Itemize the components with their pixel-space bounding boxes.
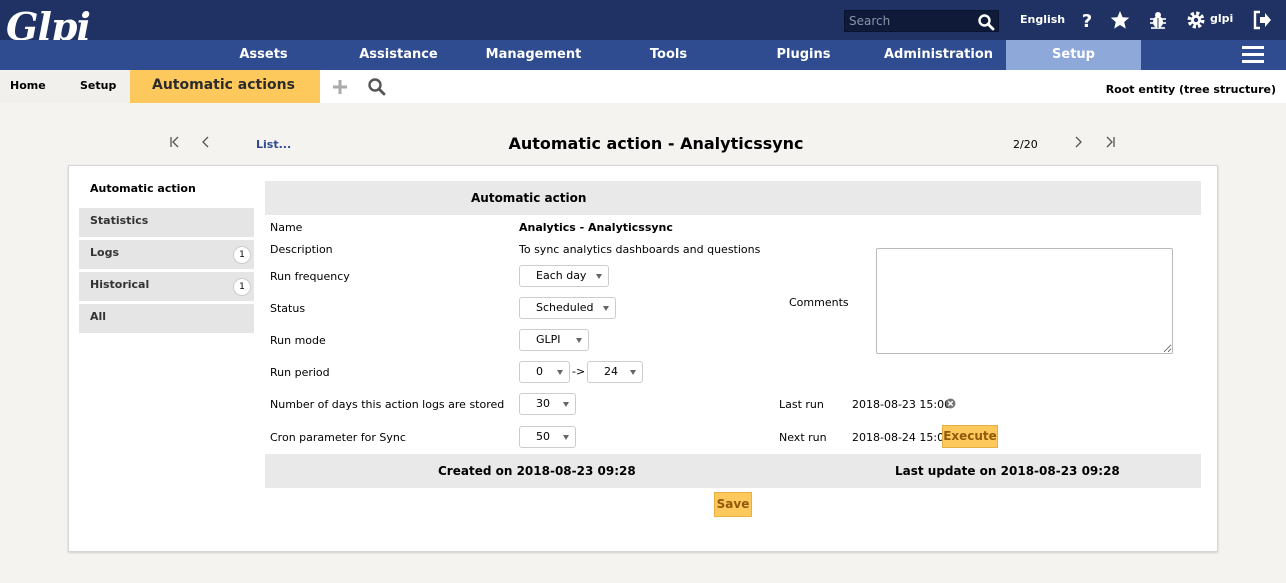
tab-historical[interactable]: Historical 1 <box>79 272 254 301</box>
selected-value: 50 <box>536 430 550 443</box>
search-icon[interactable] <box>977 13 995 31</box>
item-position: 2/20 <box>1013 138 1038 151</box>
svg-text:?: ? <box>1082 11 1092 31</box>
language-selector[interactable]: English <box>1020 13 1065 26</box>
tab-all[interactable]: All <box>79 304 254 333</box>
name-label: Name <box>270 221 303 234</box>
save-button[interactable]: Save <box>714 492 752 517</box>
selected-value: Each day <box>536 269 587 282</box>
logs-retention-select[interactable]: 30 <box>519 393 576 415</box>
run-period-label: Run period <box>270 366 330 379</box>
search-input[interactable] <box>847 11 975 31</box>
next-item-icon[interactable] <box>1071 135 1085 149</box>
menu-management[interactable]: Management <box>466 40 601 70</box>
tab-label: All <box>90 310 107 323</box>
add-icon[interactable] <box>330 77 350 97</box>
logout-icon[interactable] <box>1251 9 1273 31</box>
tab-label: Statistics <box>90 214 149 227</box>
tab-list: Automatic action Statistics Logs 1 Histor… <box>79 176 254 336</box>
reset-icon[interactable] <box>945 398 956 409</box>
run-frequency-select[interactable]: Each day <box>519 265 609 287</box>
status-label: Status <box>270 302 306 315</box>
last-run-value: 2018-08-23 15:00 <box>852 398 952 411</box>
comments-textarea[interactable] <box>876 248 1173 354</box>
comments-label: Comments <box>789 296 849 309</box>
execute-button[interactable]: Execute <box>942 425 998 448</box>
selected-value: 30 <box>536 397 550 410</box>
chevron-down-icon <box>563 435 569 440</box>
next-run-label: Next run <box>779 431 827 444</box>
top-bar: Glpi English ? glpi <box>0 0 1286 48</box>
tab-label: Automatic action <box>90 182 196 195</box>
main-menu: Assets Assistance Management Tools Plugi… <box>0 40 1286 70</box>
last-update-date: Last update on 2018-08-23 09:28 <box>895 464 1120 478</box>
selected-value: Scheduled <box>536 301 594 314</box>
user-name[interactable]: glpi <box>1210 12 1233 25</box>
star-icon[interactable] <box>1109 9 1131 31</box>
menu-setup[interactable]: Setup <box>1006 40 1141 70</box>
run-period-end-select[interactable]: 24 <box>587 361 643 383</box>
chevron-down-icon <box>630 370 636 375</box>
run-frequency-label: Run frequency <box>270 270 350 283</box>
help-icon[interactable]: ? <box>1076 9 1098 31</box>
tab-statistics[interactable]: Statistics <box>79 208 254 237</box>
breadcrumb-current[interactable]: Automatic actions <box>130 70 320 103</box>
menu-tools[interactable]: Tools <box>601 40 736 70</box>
run-mode-label: Run mode <box>270 334 326 347</box>
tab-label: Historical <box>90 278 150 291</box>
run-period-start-select[interactable]: 0 <box>519 361 570 383</box>
cron-parameter-select[interactable]: 50 <box>519 426 576 448</box>
period-arrow: -> <box>572 365 586 378</box>
chevron-down-icon <box>596 274 602 279</box>
tab-label: Logs <box>90 246 119 259</box>
last-run-label: Last run <box>779 398 824 411</box>
selected-value: 24 <box>604 365 618 378</box>
selected-value: GLPI <box>536 333 561 346</box>
hamburger-menu-icon[interactable] <box>1242 46 1264 64</box>
count-badge: 1 <box>233 278 251 296</box>
page-title: Automatic action - Analyticssync <box>508 134 804 153</box>
breadcrumb-setup[interactable]: Setup <box>54 70 138 103</box>
created-date: Created on 2018-08-23 09:28 <box>438 464 636 478</box>
tab-logs[interactable]: Logs 1 <box>79 240 254 269</box>
search-icon[interactable] <box>367 77 387 97</box>
automatic-action-form: Automatic action Name Analytics - Analyt… <box>265 181 1201 517</box>
menu-administration[interactable]: Administration <box>871 40 1006 70</box>
chevron-down-icon <box>576 338 582 343</box>
last-item-icon[interactable] <box>1103 135 1117 149</box>
item-navigation: List... Automatic action - Analyticssync… <box>0 128 1286 160</box>
form-header-title: Automatic action <box>471 191 587 205</box>
form-header: Automatic action <box>265 181 1201 215</box>
main-panel: Automatic action Statistics Logs 1 Histor… <box>68 165 1218 552</box>
cron-parameter-label: Cron parameter for Sync <box>270 431 406 444</box>
description-value: To sync analytics dashboards and questio… <box>519 243 761 256</box>
active-entity[interactable]: Root entity (tree structure) <box>1106 83 1276 96</box>
gear-icon[interactable] <box>1185 9 1207 31</box>
bug-icon[interactable] <box>1147 9 1169 31</box>
menu-assets[interactable]: Assets <box>196 40 331 70</box>
description-label: Description <box>270 243 333 256</box>
run-mode-select[interactable]: GLPI <box>519 329 589 351</box>
logs-retention-label: Number of days this action logs are stor… <box>270 398 505 411</box>
status-select[interactable]: Scheduled <box>519 297 616 319</box>
search-box <box>844 10 999 32</box>
next-run-value: 2018-08-24 15:00 <box>852 431 952 444</box>
tab-automatic-action[interactable]: Automatic action <box>79 176 254 205</box>
menu-assistance[interactable]: Assistance <box>331 40 466 70</box>
menu-plugins[interactable]: Plugins <box>736 40 871 70</box>
chevron-down-icon <box>563 402 569 407</box>
selected-value: 0 <box>536 365 543 378</box>
breadcrumb-separator <box>306 70 318 103</box>
name-value: Analytics - Analyticssync <box>519 221 673 234</box>
breadcrumb: Home Setup Automatic actions Root entity… <box>0 70 1286 103</box>
chevron-down-icon <box>557 370 563 375</box>
count-badge: 1 <box>233 246 251 264</box>
record-dates: Created on 2018-08-23 09:28 Last update … <box>265 454 1201 488</box>
chevron-down-icon <box>603 306 609 311</box>
